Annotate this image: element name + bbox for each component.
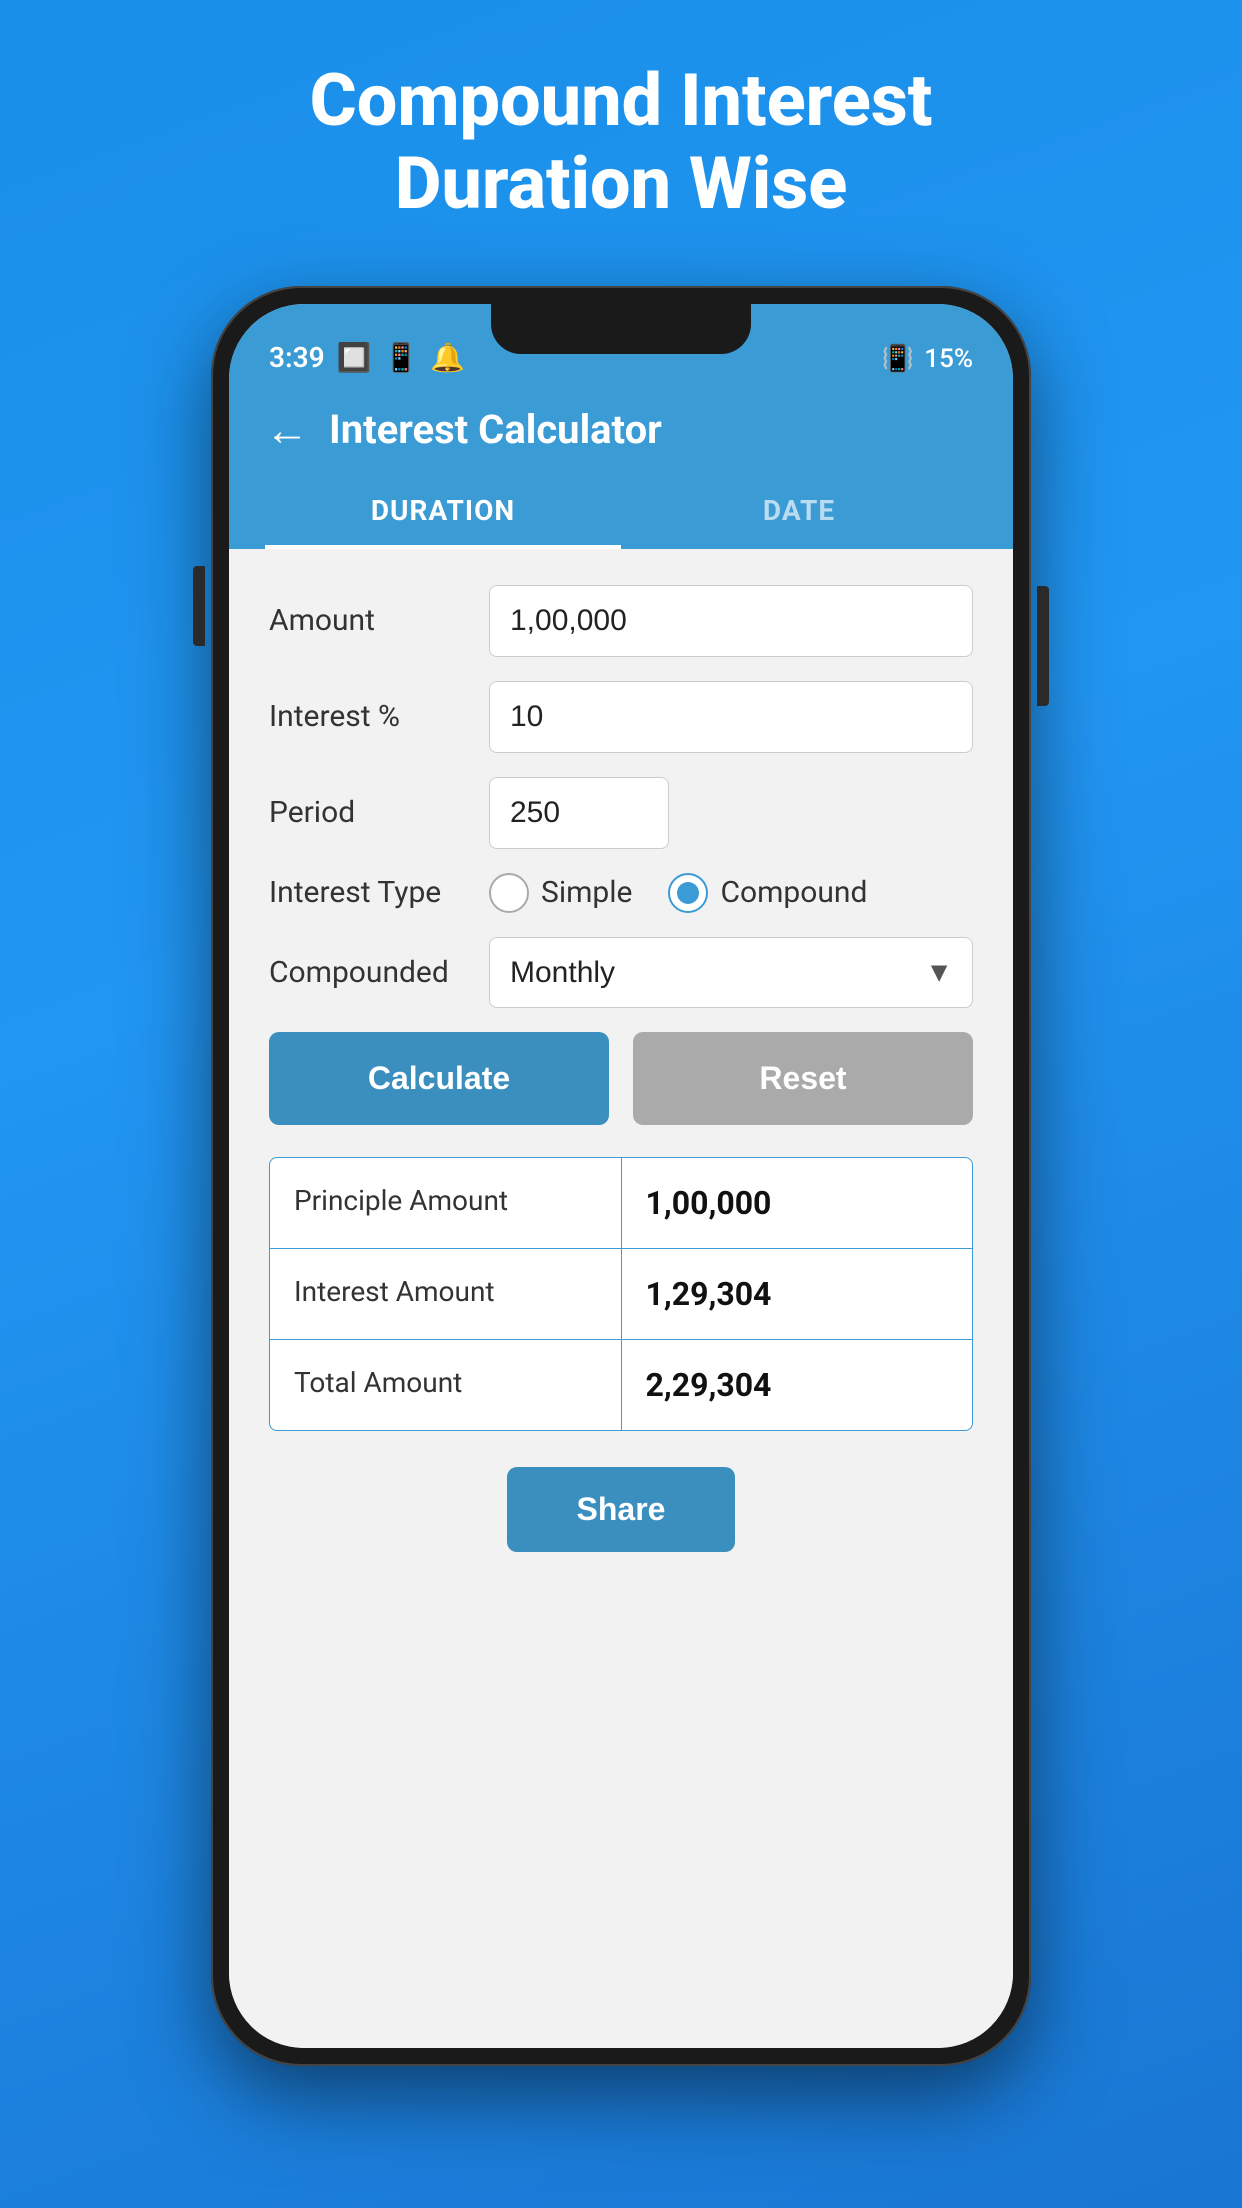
calculate-button[interactable]: Calculate: [269, 1032, 609, 1125]
time-display: 3:39: [269, 341, 325, 374]
vibrate-icon: 📳: [882, 344, 914, 374]
status-bar: 3:39 🔲 📱 🔔 📳 15%: [229, 304, 1013, 384]
compounded-select[interactable]: Monthly Quarterly Half Yearly Yearly: [489, 937, 973, 1008]
principle-value: 1,00,000: [622, 1158, 973, 1248]
principle-row: Principle Amount 1,00,000: [270, 1158, 972, 1249]
total-amount-label: Total Amount: [270, 1340, 622, 1430]
interest-amount-row: Interest Amount 1,29,304: [270, 1249, 972, 1340]
back-button[interactable]: ←: [265, 404, 309, 456]
notification-icon: 🔔: [430, 341, 465, 374]
period-row: Period: [269, 777, 973, 849]
tab-duration[interactable]: DURATION: [265, 476, 621, 549]
status-right: 📳 15%: [882, 344, 973, 374]
compounded-row: Compounded Monthly Quarterly Half Yearly…: [269, 937, 973, 1008]
share-button[interactable]: Share: [507, 1467, 736, 1552]
tab-date[interactable]: DATE: [621, 476, 977, 549]
tabs-row: DURATION DATE: [265, 476, 977, 549]
radio-compound-circle[interactable]: [668, 873, 708, 913]
principle-label: Principle Amount: [270, 1158, 622, 1248]
battery-display: 15%: [924, 344, 973, 374]
radio-simple[interactable]: Simple: [489, 873, 632, 913]
radio-simple-label: Simple: [541, 875, 632, 910]
amount-row: Amount: [269, 585, 973, 657]
share-row: Share: [269, 1467, 973, 1552]
interest-type-label: Interest Type: [269, 875, 489, 910]
interest-input[interactable]: [489, 681, 973, 753]
total-amount-row: Total Amount 2,29,304: [270, 1340, 972, 1430]
phone-wrapper: 3:39 🔲 📱 🔔 📳 15% ← Interest Calculator D…: [211, 286, 1031, 2066]
content-area: Amount Interest % Period Interest Type: [229, 549, 1013, 2048]
amount-input[interactable]: [489, 585, 973, 657]
interest-row: Interest %: [269, 681, 973, 753]
compounded-dropdown-wrapper: Monthly Quarterly Half Yearly Yearly ▼: [489, 937, 973, 1008]
radio-simple-circle[interactable]: [489, 873, 529, 913]
reset-button[interactable]: Reset: [633, 1032, 973, 1125]
period-input[interactable]: [489, 777, 669, 849]
button-row: Calculate Reset: [269, 1032, 973, 1125]
screen-icon: 📱: [384, 341, 419, 374]
interest-label: Interest %: [269, 699, 489, 734]
results-table: Principle Amount 1,00,000 Interest Amoun…: [269, 1157, 973, 1431]
radio-group: Simple Compound: [489, 873, 973, 913]
status-left: 3:39 🔲 📱 🔔: [269, 341, 465, 374]
sim-icon: 🔲: [337, 341, 372, 374]
interest-type-row: Interest Type Simple Compound: [269, 873, 973, 913]
period-label: Period: [269, 795, 489, 830]
radio-compound[interactable]: Compound: [668, 873, 867, 913]
phone-screen: 3:39 🔲 📱 🔔 📳 15% ← Interest Calculator D…: [229, 304, 1013, 2048]
radio-compound-dot: [677, 882, 699, 904]
total-amount-value: 2,29,304: [622, 1340, 973, 1430]
app-header: ← Interest Calculator DURATION DATE: [229, 384, 1013, 549]
interest-amount-value: 1,29,304: [622, 1249, 973, 1339]
compounded-label: Compounded: [269, 955, 489, 990]
header-title: Interest Calculator: [329, 406, 662, 453]
interest-amount-label: Interest Amount: [270, 1249, 622, 1339]
notch: [491, 304, 751, 354]
amount-label: Amount: [269, 603, 489, 638]
radio-compound-label: Compound: [720, 875, 867, 910]
page-title: Compound Interest Duration Wise: [230, 60, 1013, 226]
